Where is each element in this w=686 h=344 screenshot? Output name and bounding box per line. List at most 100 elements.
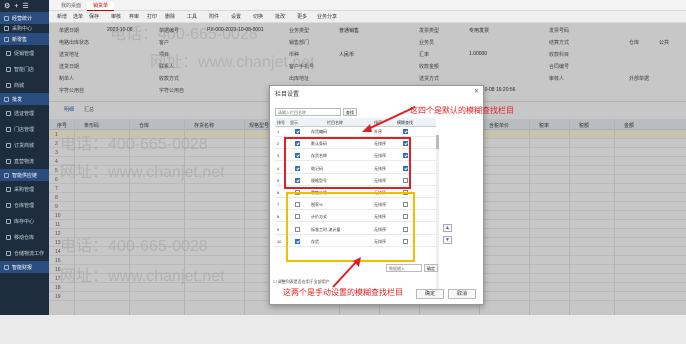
- column-index: 5: [277, 177, 280, 183]
- sidebar-item[interactable]: 订货商城: [0, 137, 49, 153]
- column-name: 存货编码: [311, 129, 327, 134]
- cancel-button[interactable]: 取消: [448, 289, 476, 299]
- menu-item-icon: [6, 250, 11, 256]
- header-name: 栏目名称: [327, 120, 343, 125]
- column-index: 1: [277, 129, 280, 134]
- sidebar-item[interactable]: 商城: [0, 77, 49, 93]
- column-index: 10: [277, 238, 282, 244]
- menu-item-icon: [4, 36, 9, 42]
- menu-item-icon: [4, 96, 9, 102]
- sidebar-item[interactable]: 促销管理: [0, 45, 49, 61]
- menu-item-icon: [4, 15, 9, 21]
- toolbar-button[interactable]: 设置: [231, 13, 241, 22]
- annotation-manual-fuzzy: 这两个是手动设置的模糊查找栏目: [283, 288, 403, 297]
- menu-item-icon: [6, 82, 11, 88]
- column-index: 9: [277, 226, 280, 232]
- menu-item-icon: [6, 202, 11, 208]
- toolbar-button[interactable]: 切换: [253, 13, 263, 22]
- sidebar-item[interactable]: 选证管理: [0, 105, 49, 121]
- menu-item-icon: [6, 126, 11, 132]
- sidebar-item[interactable]: 经营统计: [0, 12, 49, 24]
- sidebar-item[interactable]: 采购中心: [0, 24, 49, 33]
- toolbar-button[interactable]: 保存: [89, 13, 99, 22]
- tab-sales-order[interactable]: 销货单: [87, 2, 115, 11]
- column-index: 4: [277, 165, 280, 171]
- sidebar-item[interactable]: 库存中心: [0, 213, 49, 229]
- column-search-input[interactable]: [275, 108, 341, 116]
- menu-item-icon: [6, 158, 11, 164]
- menu-item-icon: [4, 264, 9, 270]
- toolbar-button[interactable]: 更多: [297, 13, 307, 22]
- sidebar-item-label: 促销管理: [14, 50, 35, 57]
- toolbar: 新增 选单 保存 审核 弃审 打印 删除 工具 附件 设置 切换 批改 更多 业务分享: [49, 11, 686, 23]
- menu-item-icon: [6, 50, 11, 56]
- position-input[interactable]: [386, 264, 422, 272]
- toolbar-button[interactable]: 弃审: [129, 13, 139, 22]
- sidebar-item[interactable]: 批发: [0, 93, 49, 105]
- column-index: 2: [277, 141, 280, 147]
- sidebar-item-label: 智能财报: [12, 264, 33, 271]
- sidebar-item[interactable]: 仓库管理: [0, 197, 49, 213]
- menu-item-icon: [6, 186, 11, 192]
- sidebar-item[interactable]: 移动仓库: [0, 229, 49, 245]
- toolbar-button[interactable]: 审核: [111, 13, 121, 22]
- sidebar-item[interactable]: 仓储物流工作: [0, 245, 49, 261]
- menu-item-icon: [6, 66, 11, 72]
- sidebar-item[interactable]: 采购管理: [0, 181, 49, 197]
- show-checkbox[interactable]: [295, 129, 300, 134]
- toolbar-button[interactable]: 打印: [147, 13, 157, 22]
- sidebar-item-label: 仓库管理: [14, 202, 35, 209]
- sidebar-menu: 经营统计采购中心新零售促销管理智能门店商城批发选证管理门店管理订货商城直营物流智…: [0, 12, 49, 273]
- apply-all-users-checkbox[interactable]: ☐ 调整列表是否应用于全部用户: [273, 279, 330, 285]
- sidebar-item[interactable]: 新零售: [0, 33, 49, 45]
- menu-item-icon: [6, 142, 11, 148]
- sidebar-item-label: 订货商城: [14, 142, 35, 149]
- position-confirm-button[interactable]: 确定: [424, 264, 438, 272]
- menu-item-icon: [6, 234, 11, 240]
- toolbar-button[interactable]: 删除: [165, 13, 175, 22]
- sidebar-item-label: 智能门店: [14, 66, 35, 73]
- sidebar-item-label: 采购中心: [12, 26, 33, 32]
- column-index: 6: [277, 190, 280, 195]
- menu-item-icon: [4, 26, 9, 31]
- menu-item-icon: [4, 172, 9, 178]
- find-button[interactable]: 查找: [343, 108, 357, 116]
- sidebar-item-label: 智能供应链: [12, 172, 38, 179]
- sidebar-item[interactable]: 智能供应链: [0, 169, 49, 181]
- toolbar-button[interactable]: 批改: [275, 13, 285, 22]
- menu-icon[interactable]: ☰: [22, 2, 28, 10]
- close-icon[interactable]: ✕: [474, 88, 479, 95]
- sidebar-item-label: 移动仓库: [14, 234, 35, 241]
- annotation-default-fuzzy: 这四个是默认的模糊查找栏目: [410, 106, 514, 115]
- sidebar-item-label: 批发: [12, 96, 23, 103]
- sidebar-item[interactable]: 直营物流: [0, 153, 49, 169]
- toolbar-button[interactable]: 工具: [187, 13, 197, 22]
- sidebar-item-label: 采购管理: [14, 186, 35, 193]
- add-icon[interactable]: +: [14, 3, 18, 10]
- toolbar-button[interactable]: 选单: [73, 13, 83, 22]
- sidebar-item-label: 直营物流: [14, 158, 35, 165]
- sidebar-item[interactable]: 智能门店: [0, 61, 49, 77]
- sidebar-item-label: 库存中心: [14, 218, 35, 225]
- sidebar-item-label: 商城: [14, 82, 25, 89]
- tab-desktop[interactable]: 我的桌面: [55, 2, 87, 11]
- move-down-button[interactable]: ▼: [443, 236, 452, 244]
- confirm-button[interactable]: 确定: [416, 289, 444, 299]
- sidebar-item[interactable]: 门店管理: [0, 121, 49, 137]
- sidebar-topbar: ⚙ + ☰: [0, 0, 49, 12]
- toolbar-button[interactable]: 新增: [57, 13, 67, 22]
- menu-item-icon: [6, 218, 11, 224]
- move-up-button[interactable]: ▲: [443, 224, 452, 232]
- column-index: 7: [277, 202, 280, 208]
- toolbar-button[interactable]: 附件: [209, 13, 219, 22]
- settings-icon[interactable]: ⚙: [4, 2, 10, 10]
- dialog-title: 栏目设置: [275, 92, 300, 98]
- sidebar-item[interactable]: 智能财报: [0, 261, 49, 273]
- sidebar-item-label: 选证管理: [14, 110, 35, 117]
- tab-bar: 我的桌面 销货单: [49, 0, 686, 11]
- header-show: 显示: [290, 120, 298, 125]
- column-index: 3: [277, 153, 280, 159]
- toolbar-button[interactable]: 业务分享: [317, 13, 337, 22]
- sidebar-item-label: 新零售: [12, 36, 28, 43]
- default-fuzzy-highlight-box: [284, 137, 411, 189]
